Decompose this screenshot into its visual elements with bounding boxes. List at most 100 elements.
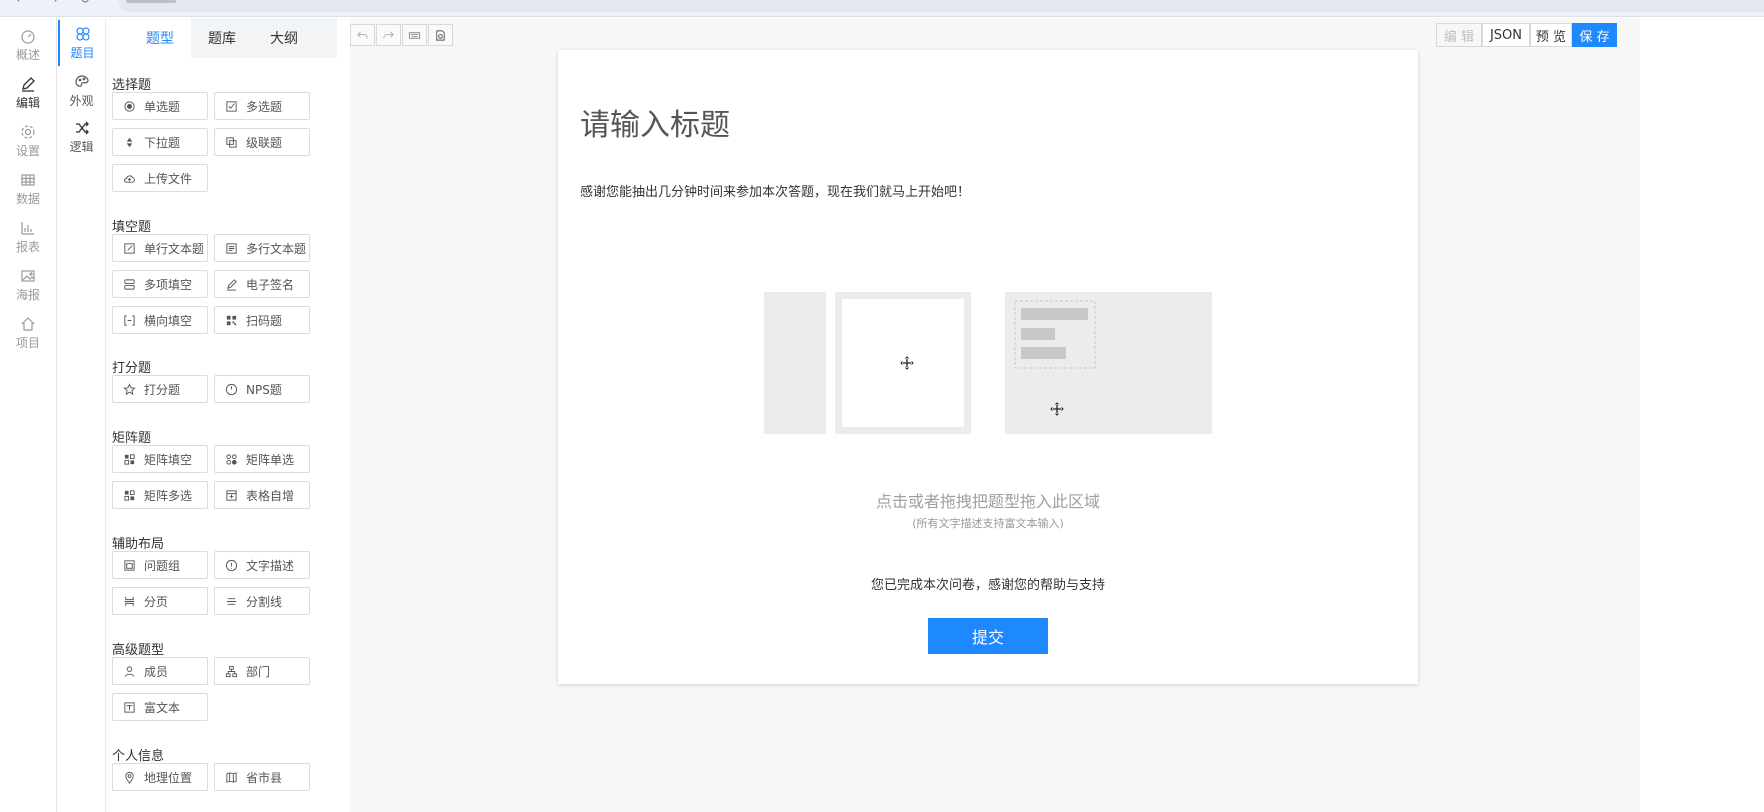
qtype-label: 单选题 — [144, 99, 181, 114]
subnav-item-logic[interactable]: 逻辑 — [58, 114, 105, 160]
qtype-province-city[interactable]: 省市县 — [214, 763, 310, 791]
edit-button[interactable]: 编 辑 — [1436, 23, 1482, 47]
right-blank-area — [1640, 18, 1764, 812]
group-title: 选择题 — [112, 78, 152, 93]
qtype-scan-code[interactable]: 扫码题 — [214, 306, 310, 334]
qtype-label: 下拉题 — [144, 135, 181, 150]
qtype-location[interactable]: 地理位置 — [112, 763, 208, 791]
qtype-single-line-text[interactable]: 单行文本题 — [112, 234, 208, 262]
qtype-label: 矩阵填空 — [144, 452, 193, 467]
tab-question-types[interactable]: 题型 — [129, 18, 191, 58]
finish-message[interactable]: 您已完成本次问卷，感谢您的帮助与支持 — [558, 574, 1418, 593]
submit-button[interactable]: 提交 — [928, 618, 1048, 654]
preview-doc-icon — [436, 29, 445, 41]
tab-question-bank[interactable]: 题库 — [191, 18, 253, 58]
drop-zone-illustration[interactable] — [764, 292, 1212, 434]
qtype-label: 多选题 — [246, 99, 283, 114]
qtype-divider[interactable]: 分割线 — [214, 587, 310, 615]
survey-description[interactable]: 感谢您能抽出几分钟时间来参加本次答题，现在我们就马上开始吧！ — [580, 181, 970, 200]
drop-zone-subhint: (所有文字描述支持富文本输入) — [912, 517, 1064, 530]
flower-icon — [75, 26, 90, 41]
subnav-item-questions[interactable]: 题目 — [58, 20, 105, 66]
qtype-nps[interactable]: NPS题 — [214, 375, 310, 403]
group-title: 高级题型 — [112, 643, 165, 658]
qtype-table-auto[interactable]: 表格自增 — [214, 481, 310, 509]
nav-item-reports[interactable]: 报表 — [0, 214, 56, 260]
forward-icon[interactable]: → — [48, 0, 60, 6]
qtype-upload-file[interactable]: 上传文件 — [112, 164, 208, 192]
illus-left-block — [764, 292, 826, 434]
qtype-matrix-multi[interactable]: 矩阵多选 — [112, 481, 208, 509]
nav-item-edit[interactable]: 编辑 — [0, 70, 56, 116]
qtype-department[interactable]: 部门 — [214, 657, 310, 685]
undo-button[interactable] — [350, 24, 375, 46]
back-icon[interactable]: ← — [16, 0, 28, 6]
json-button[interactable]: JSON — [1482, 23, 1530, 47]
shuffle-icon — [75, 121, 89, 134]
stacked-fields-icon — [124, 278, 135, 290]
org-chart-icon — [225, 665, 238, 677]
nav-item-settings[interactable]: 设置 — [0, 118, 56, 164]
panel-tabs: 题型 题库 大纲 — [129, 18, 337, 58]
nav-item-label: 海报 — [15, 287, 40, 302]
qtype-dropdown[interactable]: 下拉题 — [112, 128, 208, 156]
page-break-icon — [124, 596, 135, 606]
tab-outline[interactable]: 大纲 — [253, 18, 315, 58]
drop-zone-hint[interactable]: 点击或者拖拽把题型拖入此区域 — [558, 488, 1418, 512]
bracket-icon — [124, 314, 135, 326]
qtype-label: 矩阵单选 — [246, 452, 295, 467]
qtype-cascade[interactable]: 级联题 — [214, 128, 310, 156]
signature-pen-icon — [226, 278, 237, 291]
subnav-item-label: 题目 — [70, 45, 95, 60]
table-grow-icon — [226, 489, 237, 501]
nav-item-poster[interactable]: 海报 — [0, 262, 56, 308]
dashboard-icon — [21, 29, 35, 44]
reload-icon[interactable]: ↻ — [80, 0, 92, 6]
qtype-label: 成员 — [144, 664, 169, 679]
keyboard-button[interactable] — [402, 24, 427, 46]
qtype-pagination[interactable]: 分页 — [112, 587, 208, 615]
qtype-label: 富文本 — [144, 700, 181, 715]
qtype-single-choice[interactable]: 单选题 — [112, 92, 208, 120]
qtype-rich-text[interactable]: 富文本 — [112, 693, 208, 721]
qtype-label: 文字描述 — [246, 558, 295, 573]
qtype-label: 分页 — [144, 594, 169, 609]
survey-title[interactable]: 请输入标题 — [580, 100, 730, 144]
survey-page: 请输入标题 感谢您能抽出几分钟时间来参加本次答题，现在我们就马上开始吧！ 点击或… — [558, 50, 1418, 684]
nav-item-label: 编辑 — [15, 95, 40, 110]
address-bar[interactable] — [118, 0, 1764, 12]
qtype-text-description[interactable]: 文字描述 — [214, 551, 310, 579]
nav-item-data[interactable]: 数据 — [0, 166, 56, 212]
qtype-multi-line-text[interactable]: 多行文本题 — [214, 234, 310, 262]
nav-item-label: 设置 — [15, 143, 40, 158]
subnav-item-appearance[interactable]: 外观 — [58, 68, 105, 114]
save-button[interactable]: 保 存 — [1572, 23, 1617, 47]
qtype-horizontal-blank[interactable]: 横向填空 — [112, 306, 208, 334]
nav-item-overview[interactable]: 概述 — [0, 22, 56, 68]
qtype-multi-blank[interactable]: 多项填空 — [112, 270, 208, 298]
cascade-icon — [226, 136, 237, 148]
qtype-member[interactable]: 成员 — [112, 657, 208, 685]
qrcode-icon — [226, 315, 237, 325]
preview-doc-button[interactable] — [428, 24, 453, 46]
group-title: 打分题 — [112, 361, 152, 376]
group-title: 个人信息 — [112, 749, 165, 764]
rich-text-icon — [124, 701, 135, 713]
qtype-rating[interactable]: 打分题 — [112, 375, 208, 403]
pen-icon — [22, 76, 35, 92]
qtype-signature[interactable]: 电子签名 — [214, 270, 310, 298]
qtype-label: 横向填空 — [144, 313, 193, 328]
qtype-label: 地理位置 — [144, 770, 193, 785]
preview-button[interactable]: 预 览 — [1530, 23, 1572, 47]
nav-item-label: 概述 — [15, 47, 40, 62]
qtype-matrix-fill[interactable]: 矩阵填空 — [112, 445, 208, 473]
matrix-radio-icon — [226, 453, 237, 465]
qtype-label: 电子签名 — [246, 277, 295, 292]
qtype-multi-choice[interactable]: 多选题 — [214, 92, 310, 120]
qtype-question-group[interactable]: 问题组 — [112, 551, 208, 579]
redo-button[interactable] — [376, 24, 401, 46]
group-box-icon — [124, 559, 135, 571]
qtype-label: 上传文件 — [144, 171, 193, 186]
qtype-matrix-single[interactable]: 矩阵单选 — [214, 445, 310, 473]
nav-item-projects[interactable]: 项目 — [0, 310, 56, 356]
